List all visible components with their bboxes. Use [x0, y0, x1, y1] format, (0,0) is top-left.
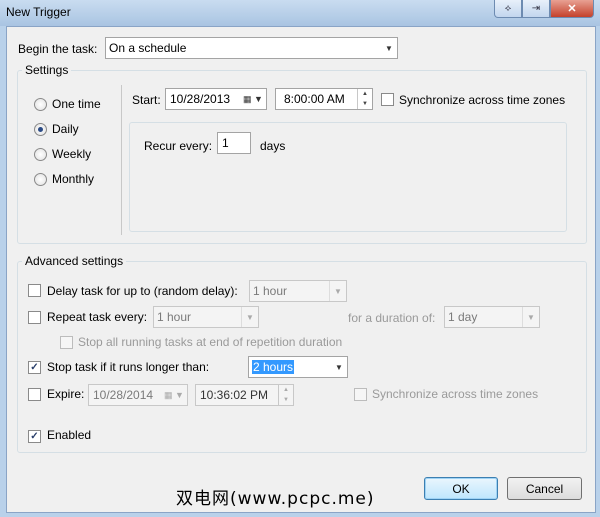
- enabled-checkbox[interactable]: ✓: [28, 430, 41, 443]
- chevron-down-icon: ▼: [335, 362, 343, 372]
- ok-label: OK: [452, 481, 470, 496]
- start-date-picker[interactable]: 10/28/2013 ▦ ▼: [165, 88, 267, 110]
- duration-value: 1 day: [448, 310, 478, 324]
- repeat-label: Repeat task every:: [47, 310, 148, 324]
- delay-dropdown[interactable]: 1 hour ▼: [249, 280, 347, 302]
- spin-down-icon[interactable]: ▼: [279, 395, 293, 405]
- window-title: New Trigger: [6, 5, 71, 19]
- begin-task-dropdown[interactable]: On a schedule ▼: [105, 37, 398, 59]
- delay-label: Delay task for up to (random delay):: [47, 284, 238, 298]
- expire-time-value: 10:36:02 PM: [200, 388, 269, 402]
- duration-label: for a duration of:: [348, 311, 436, 325]
- spin-up-icon[interactable]: ▲: [279, 385, 293, 395]
- time-spinner[interactable]: ▲ ▼: [278, 385, 293, 405]
- recur-value: 1: [222, 136, 229, 150]
- radio-one-time-label: One time: [52, 97, 101, 111]
- stop-longer-label: Stop task if it runs longer than:: [47, 360, 210, 374]
- recur-input[interactable]: 1: [217, 132, 251, 154]
- chevron-down-icon: ▼: [329, 281, 346, 301]
- settings-group-title: Settings: [22, 63, 72, 77]
- spin-up-icon[interactable]: ▲: [358, 89, 372, 99]
- start-time-field[interactable]: 8:00:00 AM ▲ ▼: [275, 88, 373, 110]
- recur-unit: days: [260, 139, 286, 153]
- radio-daily-label: Daily: [52, 122, 79, 136]
- chevron-down-icon: ▼: [522, 307, 539, 327]
- radio-monthly-label: Monthly: [52, 172, 95, 186]
- restore-icon[interactable]: ⇥: [522, 0, 550, 18]
- radio-weekly-label: Weekly: [52, 147, 92, 161]
- expire-sync-checkbox[interactable]: [354, 388, 367, 401]
- start-time-value: 8:00:00 AM: [284, 92, 345, 106]
- expire-label: Expire:: [47, 387, 85, 401]
- cancel-button[interactable]: Cancel: [507, 477, 582, 500]
- stop-all-label: Stop all running tasks at end of repetit…: [78, 335, 343, 349]
- dialog-body: Begin the task: On a schedule ▼ Settings…: [6, 26, 596, 513]
- expire-time-field[interactable]: 10:36:02 PM ▲ ▼: [195, 384, 294, 406]
- stop-longer-dropdown[interactable]: 2 hours ▼: [248, 356, 348, 378]
- repeat-checkbox[interactable]: [28, 311, 41, 324]
- expire-checkbox[interactable]: [28, 388, 41, 401]
- duration-dropdown[interactable]: 1 day ▼: [444, 306, 540, 328]
- radio-weekly[interactable]: [34, 148, 47, 161]
- title-bar: New Trigger ⟡ ⇥ ✕: [0, 0, 600, 26]
- calendar-icon[interactable]: ▦ ▼: [161, 385, 187, 405]
- settings-divider: [121, 85, 122, 235]
- chevron-down-icon: ▼: [385, 43, 393, 53]
- begin-task-label: Begin the task:: [18, 42, 98, 56]
- radio-daily[interactable]: [34, 123, 47, 136]
- advanced-group-title: Advanced settings: [22, 254, 127, 268]
- enabled-label: Enabled: [47, 428, 92, 442]
- help-icon[interactable]: ⟡: [494, 0, 522, 18]
- calendar-icon[interactable]: ▦ ▼: [240, 89, 266, 109]
- sync-timezones-checkbox[interactable]: [381, 93, 394, 106]
- close-icon[interactable]: ✕: [550, 0, 594, 18]
- expire-date-value: 10/28/2014: [93, 388, 154, 402]
- stop-longer-checkbox[interactable]: ✓: [28, 361, 41, 374]
- spin-down-icon[interactable]: ▼: [358, 99, 372, 109]
- watermark: 双电网(www.pcpc.me): [176, 489, 375, 509]
- cancel-label: Cancel: [525, 481, 564, 496]
- window-controls: ⟡ ⇥ ✕: [494, 0, 594, 18]
- chevron-down-icon: ▼: [241, 307, 258, 327]
- recur-label: Recur every:: [144, 139, 213, 153]
- delay-checkbox[interactable]: [28, 284, 41, 297]
- delay-value: 1 hour: [253, 284, 288, 298]
- begin-task-value: On a schedule: [109, 41, 187, 55]
- expire-sync-label: Synchronize across time zones: [372, 387, 539, 401]
- stop-all-checkbox[interactable]: [60, 336, 73, 349]
- radio-monthly[interactable]: [34, 173, 47, 186]
- stop-longer-value: 2 hours: [252, 360, 295, 374]
- radio-one-time[interactable]: [34, 98, 47, 111]
- start-date-value: 10/28/2013: [170, 92, 231, 106]
- repeat-dropdown[interactable]: 1 hour ▼: [153, 306, 259, 328]
- time-spinner[interactable]: ▲ ▼: [357, 89, 372, 109]
- repeat-value: 1 hour: [157, 310, 192, 324]
- sync-timezones-label: Synchronize across time zones: [399, 93, 566, 107]
- ok-button[interactable]: OK: [424, 477, 498, 500]
- start-label: Start:: [132, 93, 161, 107]
- expire-date-picker[interactable]: 10/28/2014 ▦ ▼: [88, 384, 188, 406]
